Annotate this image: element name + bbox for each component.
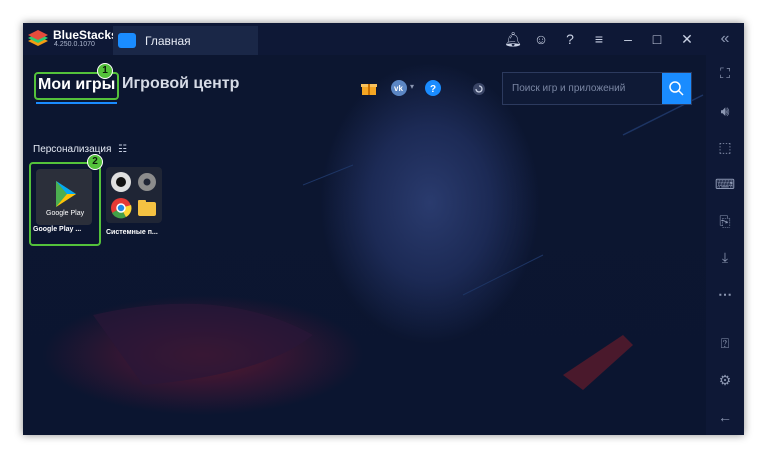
- sliders-icon: ☷: [118, 144, 128, 155]
- tab-game-center[interactable]: Игровой центр: [122, 75, 239, 93]
- personalize-label: Персонализация: [33, 144, 112, 155]
- help-icon[interactable]: ⍰: [713, 331, 737, 355]
- app-label-google-play: Google Play ...: [33, 226, 82, 233]
- menu-icon[interactable]: ≡: [589, 29, 609, 49]
- back-icon[interactable]: ←: [713, 405, 737, 429]
- bluestacks-window: BlueStacks 4.250.0.1070 Главная 🔔︎ ☺ ? ≡…: [23, 23, 744, 435]
- settings-icon[interactable]: ⚙: [713, 368, 737, 392]
- refresh-icon[interactable]: [472, 82, 486, 96]
- home-icon: [118, 33, 136, 48]
- fullscreen-icon[interactable]: ⛶: [713, 61, 737, 85]
- maximize-icon[interactable]: □: [647, 29, 667, 49]
- cursor-icon[interactable]: ⬚: [713, 135, 737, 159]
- tab-home-label: Главная: [145, 34, 191, 48]
- chrome-icon: [111, 198, 132, 219]
- search-button[interactable]: [662, 73, 691, 104]
- app-label-system-apps: Системные п...: [106, 229, 158, 236]
- tab-home[interactable]: Главная: [113, 26, 258, 55]
- vk-icon[interactable]: vk: [391, 80, 407, 96]
- apk-icon[interactable]: ⎘: [713, 209, 737, 233]
- volume-icon[interactable]: 🔊︎: [713, 99, 737, 123]
- close-icon[interactable]: ✕: [677, 29, 697, 49]
- app-google-play[interactable]: Google Play Google Play ...: [29, 162, 101, 246]
- google-play-tile-text: Google Play: [46, 210, 85, 217]
- title-bar: BlueStacks 4.250.0.1070 Главная 🔔︎ ☺ ? ≡…: [23, 23, 706, 55]
- google-play-icon: Google Play: [36, 169, 92, 225]
- search-box: [502, 72, 692, 105]
- app-version: 4.250.0.1070: [54, 41, 95, 48]
- search-icon: [669, 81, 684, 96]
- step-badge-1: 1: [97, 63, 113, 79]
- bluestacks-logo: BlueStacks 4.250.0.1070: [27, 27, 118, 51]
- account-icon[interactable]: ☺: [531, 29, 551, 49]
- help-icon[interactable]: ?: [560, 29, 580, 49]
- active-tab-underline: [36, 102, 118, 104]
- install-icon[interactable]: ⤓: [713, 245, 737, 269]
- personalize-link[interactable]: Персонализация ☷: [33, 144, 127, 155]
- keyboard-icon[interactable]: ⌨: [713, 172, 737, 196]
- svg-text:?: ?: [430, 84, 436, 95]
- app-name: BlueStacks: [53, 28, 118, 42]
- right-sidebar: « ⛶ 🔊︎ ⬚ ⌨ ⎘ ⤓ ⋯ ⍰ ⚙ ←: [706, 23, 744, 435]
- camera-icon: [111, 172, 131, 192]
- search-input[interactable]: [503, 73, 664, 104]
- svg-text:vk: vk: [394, 84, 403, 93]
- settings-app-icon: [138, 173, 156, 191]
- system-apps-folder: [106, 167, 162, 223]
- gift-icon[interactable]: [361, 80, 377, 96]
- collapse-icon[interactable]: «: [713, 27, 737, 51]
- bell-icon[interactable]: 🔔︎: [503, 29, 523, 49]
- minimize-icon[interactable]: –: [618, 29, 638, 49]
- bluestacks-logo-icon: [28, 30, 48, 46]
- file-manager-icon: [138, 200, 156, 216]
- step-badge-2: 2: [87, 154, 103, 170]
- home-content: Мои игры 1 Игровой центр vk ▾ ? Поиск иг…: [23, 55, 706, 435]
- background-art: [93, 94, 704, 390]
- more-icon[interactable]: ⋯: [713, 282, 737, 306]
- chevron-down-icon[interactable]: ▾: [410, 82, 414, 91]
- info-icon[interactable]: ?: [425, 80, 441, 96]
